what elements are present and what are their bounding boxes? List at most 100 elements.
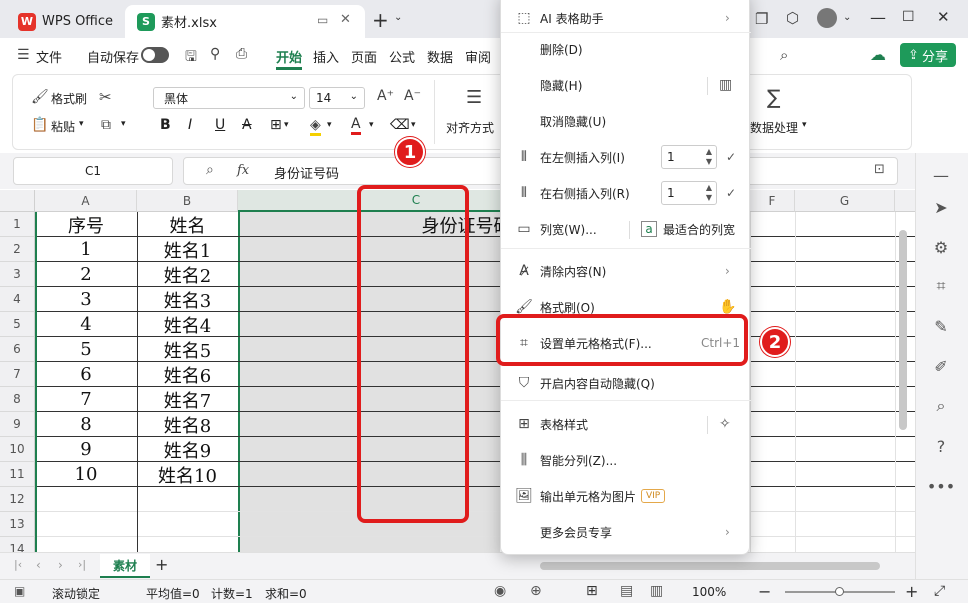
paste-chevron-icon[interactable]: ▾ bbox=[79, 119, 84, 129]
align-label[interactable]: 对齐方式 bbox=[446, 119, 494, 136]
row-header[interactable]: 5 bbox=[0, 312, 35, 337]
print-icon[interactable]: ⎙ bbox=[236, 46, 247, 62]
font-name-select[interactable]: 黑体 ⌄ bbox=[153, 87, 305, 109]
cell-b[interactable]: 姓名6 bbox=[137, 362, 238, 387]
next-sheet-icon[interactable]: › bbox=[58, 558, 63, 572]
cell-b[interactable]: 姓名5 bbox=[137, 337, 238, 362]
cell-a[interactable]: 序号 bbox=[35, 212, 137, 237]
cell-a[interactable]: 3 bbox=[35, 287, 137, 312]
font-size-select[interactable]: 14 ⌄ bbox=[309, 87, 365, 109]
protect-icon[interactable]: ⊕ bbox=[530, 583, 542, 599]
cube-icon[interactable]: ⬡ bbox=[786, 9, 799, 27]
row-header[interactable]: 10 bbox=[0, 437, 35, 462]
close-tab-icon[interactable]: ✕ bbox=[340, 12, 351, 27]
font-color-chevron-icon[interactable]: ▾ bbox=[369, 120, 374, 130]
cell-b[interactable]: 姓名1 bbox=[137, 237, 238, 262]
cell-a[interactable]: 7 bbox=[35, 387, 137, 412]
menu-tab-home[interactable]: 开始 bbox=[276, 47, 302, 66]
menu-hide[interactable]: 隐藏(H) ▥ bbox=[501, 67, 751, 103]
menu-tab-review[interactable]: 审阅 bbox=[465, 47, 491, 66]
prev-sheet-icon[interactable]: ‹ bbox=[36, 558, 41, 572]
format-painter-icon[interactable]: 🖌 bbox=[31, 89, 49, 105]
row-header[interactable]: 9 bbox=[0, 412, 35, 437]
sheet-tab-active[interactable]: 素材 bbox=[100, 554, 150, 578]
format-painter-label[interactable]: 格式刷 bbox=[51, 90, 87, 107]
minimize-icon[interactable]: — bbox=[870, 8, 886, 27]
last-sheet-icon[interactable]: ›| bbox=[78, 558, 86, 571]
sliders-icon[interactable]: ⚙ bbox=[929, 235, 953, 259]
monitor-icon[interactable]: ▭ bbox=[317, 13, 328, 27]
cell-b[interactable]: 姓名8 bbox=[137, 412, 238, 437]
macro-icon[interactable]: ▣ bbox=[14, 584, 25, 598]
eraser-chevron-icon[interactable]: ▾ bbox=[411, 120, 416, 130]
cell-a[interactable]: 10 bbox=[35, 462, 137, 487]
magic-wand-icon[interactable]: ✧ bbox=[719, 416, 731, 432]
add-sheet-button[interactable]: + bbox=[155, 555, 168, 574]
cell-a[interactable]: 9 bbox=[35, 437, 137, 462]
menu-smart-split[interactable]: ⫼ 智能分列(Z)... bbox=[501, 442, 751, 478]
eye-icon[interactable]: ◉ bbox=[494, 583, 506, 599]
menu-tab-formula[interactable]: 公式 bbox=[389, 47, 415, 66]
row-header[interactable]: 13 bbox=[0, 512, 35, 537]
data-process-chevron-icon[interactable]: ▾ bbox=[802, 120, 807, 130]
cell-b[interactable]: 姓名3 bbox=[137, 287, 238, 312]
cell-a[interactable]: 8 bbox=[35, 412, 137, 437]
italic-icon[interactable]: I bbox=[188, 117, 192, 133]
menu-tab-data[interactable]: 数据 bbox=[427, 47, 453, 66]
confirm-check-icon[interactable]: ✓ bbox=[726, 186, 736, 200]
more-icon[interactable]: ••• bbox=[927, 474, 955, 498]
autosave-toggle[interactable] bbox=[141, 47, 169, 63]
menu-tab-insert[interactable]: 插入 bbox=[313, 47, 339, 66]
align-icon[interactable]: ☰ bbox=[466, 87, 482, 108]
hide-column-icon[interactable]: ▥ bbox=[719, 77, 732, 93]
sum-icon[interactable]: ∑ bbox=[767, 85, 780, 109]
page-break-icon[interactable]: ▥ bbox=[650, 583, 663, 599]
fill-color-icon[interactable]: ◈ bbox=[310, 117, 321, 136]
cell-b[interactable]: 姓名10 bbox=[137, 462, 238, 487]
edit-icon[interactable]: ✐ bbox=[929, 354, 953, 378]
zoom-slider-thumb[interactable] bbox=[835, 587, 844, 596]
menu-insert-right[interactable]: ⫴ 在右侧插入列(R) 1 ▲ ▼ ✓ bbox=[501, 175, 751, 211]
chevron-down-icon[interactable]: ⌄ bbox=[394, 12, 402, 23]
insert-right-count[interactable]: 1 ▲ ▼ bbox=[661, 181, 717, 205]
cell-b[interactable]: 姓名4 bbox=[137, 312, 238, 337]
increase-font-icon[interactable]: A⁺ bbox=[377, 88, 394, 104]
help-icon[interactable]: ? bbox=[929, 434, 953, 458]
fx-icon[interactable]: fx bbox=[237, 163, 249, 178]
menu-insert-left[interactable]: ⫴ 在左侧插入列(I) 1 ▲ ▼ ✓ bbox=[501, 139, 751, 175]
select-cursor-icon[interactable]: ➤ bbox=[929, 195, 953, 219]
cell-b[interactable]: 姓名 bbox=[137, 212, 238, 237]
search-doc-icon[interactable]: ⚲ bbox=[210, 46, 220, 62]
underline-icon[interactable]: U bbox=[215, 117, 225, 133]
menu-table-style[interactable]: ⊞ 表格样式 ✧ bbox=[501, 406, 751, 442]
cell-a[interactable]: 6 bbox=[35, 362, 137, 387]
row-header[interactable]: 12 bbox=[0, 487, 35, 512]
menu-delete[interactable]: 删除(D) bbox=[501, 31, 751, 67]
stepper-arrows-icon[interactable]: ▲ ▼ bbox=[706, 183, 712, 203]
row-header[interactable]: 1 bbox=[0, 212, 35, 237]
copy-icon[interactable]: ⧉ bbox=[101, 117, 111, 133]
tab-file[interactable]: S 素材.xlsx ▭ ✕ bbox=[125, 5, 365, 38]
copy-chevron-icon[interactable]: ▾ bbox=[121, 119, 126, 129]
avatar-chevron-icon[interactable]: ⌄ bbox=[843, 12, 851, 23]
col-header-b[interactable]: B bbox=[137, 190, 238, 212]
expand-formula-icon[interactable]: ⊡ bbox=[874, 162, 885, 177]
decrease-font-icon[interactable]: A⁻ bbox=[404, 88, 421, 104]
row-header[interactable]: 2 bbox=[0, 237, 35, 262]
zoom-formula-icon[interactable]: ⌕ bbox=[206, 162, 214, 178]
new-tab-icon[interactable]: + bbox=[372, 8, 389, 32]
row-header[interactable]: 7 bbox=[0, 362, 35, 387]
tab-wps-office[interactable]: W WPS Office bbox=[8, 5, 118, 38]
confirm-check-icon[interactable]: ✓ bbox=[726, 150, 736, 164]
vertical-scrollbar[interactable] bbox=[899, 230, 907, 430]
name-box[interactable]: C1 bbox=[13, 157, 173, 185]
horizontal-scrollbar[interactable] bbox=[540, 562, 880, 570]
brush-icon[interactable]: ✋ bbox=[719, 299, 736, 315]
zoom-slider[interactable] bbox=[785, 587, 895, 596]
window-tile-icon[interactable]: ❐ bbox=[755, 10, 768, 28]
bold-icon[interactable]: B bbox=[160, 117, 171, 133]
row-header[interactable]: 8 bbox=[0, 387, 35, 412]
font-color-icon[interactable]: A bbox=[351, 116, 361, 135]
menu-export-image[interactable]: 🖼 输出单元格为图片 VIP bbox=[501, 478, 751, 514]
save-icon[interactable]: 🖫 bbox=[185, 46, 197, 70]
